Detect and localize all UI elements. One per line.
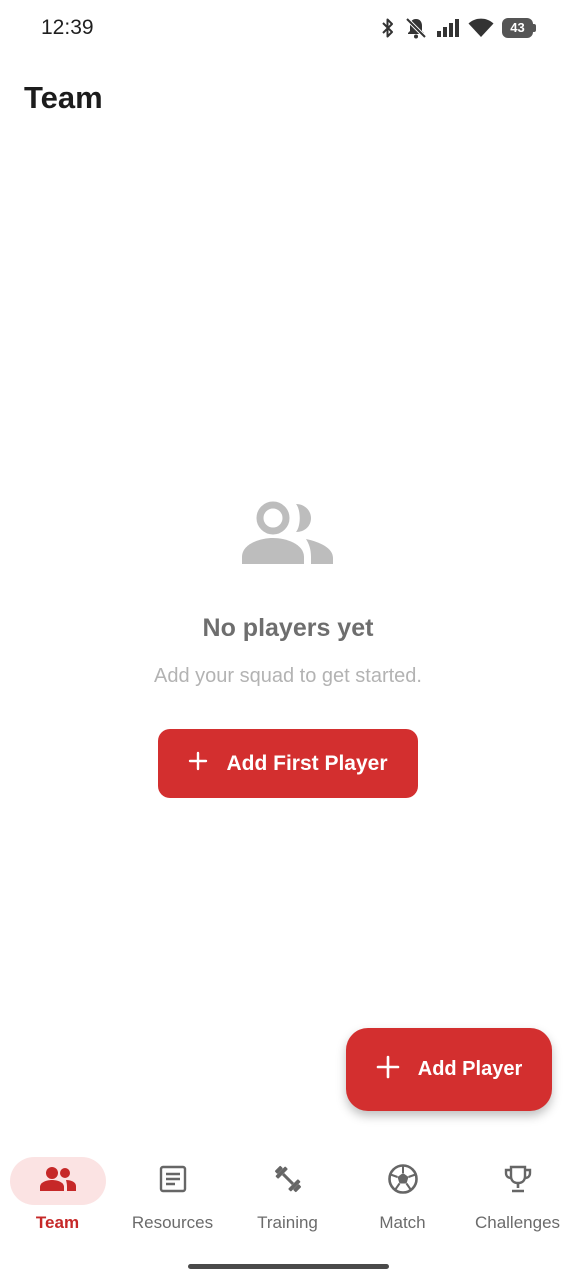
screen: 12:39 43 Team No players yet Add your sq…	[0, 0, 576, 1280]
add-player-label: Add Player	[417, 1058, 523, 1080]
page-title: Team	[24, 80, 103, 115]
group-icon	[39, 1166, 76, 1197]
battery-level: 43	[510, 20, 525, 35]
empty-state-title: No players yet	[202, 614, 374, 642]
article-icon	[159, 1165, 187, 1198]
add-first-player-label: Add First Player	[226, 751, 388, 775]
trophy-icon	[503, 1164, 533, 1199]
bottom-nav: Team Resources Training Match Challenges	[0, 1140, 576, 1250]
nav-label-team: Team	[35, 1213, 80, 1232]
empty-state-subtitle: Add your squad to get started.	[154, 665, 422, 687]
nav-label-training: Training	[257, 1213, 318, 1232]
group-icon	[240, 498, 336, 568]
home-indicator[interactable]	[188, 1264, 389, 1269]
status-bar: 12:39 43	[0, 0, 576, 56]
signal-icon	[436, 18, 460, 38]
status-icons: 43	[380, 15, 536, 41]
nav-label-resources: Resources	[131, 1213, 214, 1232]
battery-icon: 43	[502, 18, 536, 38]
soccer-ball-icon	[387, 1163, 419, 1200]
nav-item-training[interactable]: Training	[230, 1140, 345, 1250]
nav-item-challenges[interactable]: Challenges	[460, 1140, 575, 1250]
dumbbell-icon	[272, 1163, 304, 1200]
wifi-icon	[468, 18, 494, 38]
nav-label-challenges: Challenges	[474, 1213, 561, 1232]
nav-label-match: Match	[379, 1213, 426, 1232]
nav-item-team[interactable]: Team	[0, 1140, 115, 1250]
notifications-off-icon	[404, 16, 428, 40]
plus-icon	[188, 751, 208, 777]
plus-icon	[376, 1055, 400, 1085]
nav-item-resources[interactable]: Resources	[115, 1140, 230, 1250]
nav-item-match[interactable]: Match	[345, 1140, 460, 1250]
status-time: 12:39	[41, 16, 94, 39]
bluetooth-icon	[380, 17, 396, 39]
add-player-fab[interactable]: Add Player	[346, 1028, 552, 1111]
add-first-player-button[interactable]: Add First Player	[158, 729, 418, 798]
nav-active-indicator	[9, 1157, 106, 1205]
